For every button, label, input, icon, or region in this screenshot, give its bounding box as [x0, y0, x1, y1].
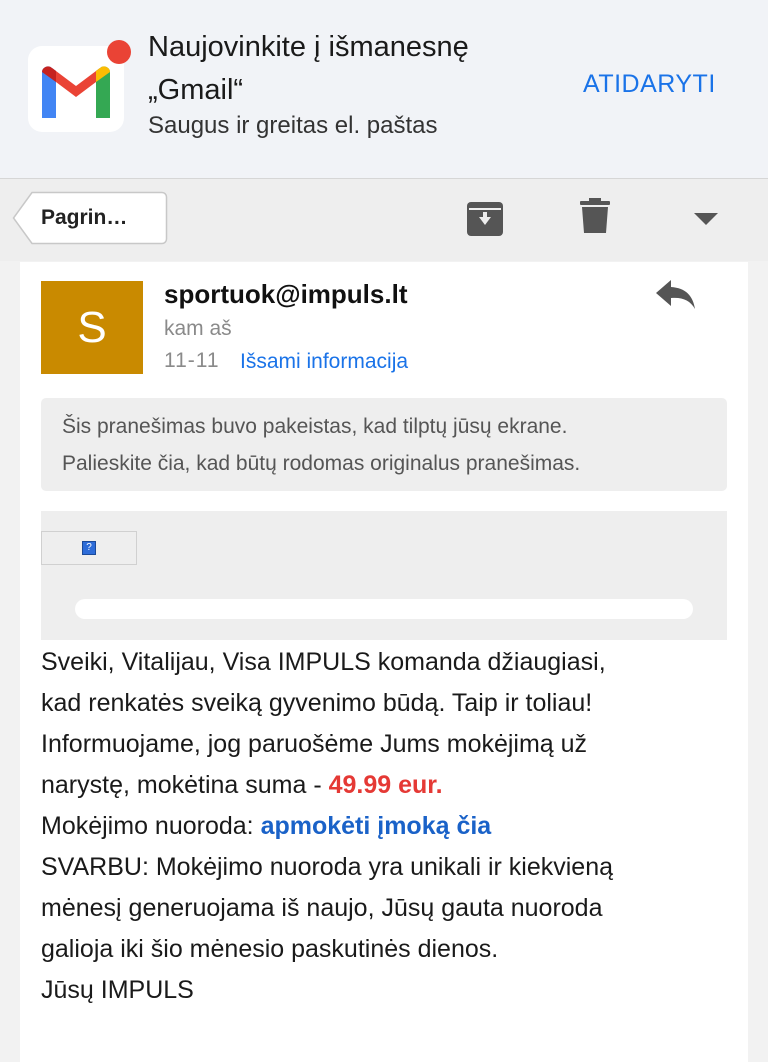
notice-line-1: Šis pranešimas buvo pakeistas, kad tilpt…: [62, 415, 568, 438]
recipient-line: kam aš: [164, 317, 232, 340]
payment-label: Mokėjimo nuoroda:: [41, 812, 261, 840]
back-button[interactable]: Pagrin…: [12, 191, 168, 245]
body-line: SVARBU: Mokėjimo nuoroda yra unikali ir …: [41, 853, 613, 881]
body-line: Mokėjimo nuoroda: apmokėti įmoką čia: [41, 806, 741, 847]
payment-link[interactable]: apmokėti įmoką čia: [261, 812, 492, 840]
body-line: Sveiki, Vitalijau, Visa IMPULS komanda d…: [41, 648, 606, 676]
notice-line-2: Palieskite čia, kad būtų rodomas origina…: [62, 452, 581, 475]
banner-title: Naujovinkite į išmanesnę „Gmail“: [148, 31, 469, 106]
body-line: kad renkatės sveiką gyvenimo būdą. Taip …: [41, 689, 593, 717]
dropdown-arrow-icon[interactable]: [694, 212, 718, 226]
message-card: S sportuok@impuls.lt kam aš 11-11 Išsami…: [20, 262, 748, 1062]
banner-subtitle: Saugus ir greitas el. paštas: [148, 112, 438, 139]
signature: Jūsų IMPULS: [41, 976, 194, 1004]
details-link[interactable]: Išsami informacija: [240, 350, 408, 374]
message-date: 11-11: [164, 349, 220, 372]
trash-icon[interactable]: [580, 198, 610, 234]
notification-dot: [107, 40, 131, 64]
reply-icon[interactable]: [656, 280, 696, 310]
reformatted-notice[interactable]: Šis pranešimas buvo pakeistas, kad tilpt…: [41, 398, 727, 491]
gmail-logo-icon: [42, 66, 110, 118]
body-line: Informuojame, jog paruošėme Jums mokėjim…: [41, 730, 588, 758]
back-button-label: Pagrin…: [41, 206, 128, 229]
placeholder-bar: [75, 599, 693, 619]
amount-prefix: narystę, mokėtina suma -: [41, 771, 329, 799]
email-header-placeholder: ?: [41, 511, 727, 640]
message-body: Sveiki, Vitalijau, Visa IMPULS komanda d…: [41, 642, 741, 1011]
body-line: mėnesį generuojama iš naujo, Jūsų gauta …: [41, 894, 603, 922]
broken-image-icon: ?: [82, 541, 96, 555]
archive-icon[interactable]: [466, 201, 504, 237]
app-promo-banner: Naujovinkite į išmanesnę „Gmail“ Saugus …: [0, 0, 768, 179]
sender-address: sportuok@impuls.lt: [164, 279, 408, 309]
body-line: narystę, mokėtina suma - 49.99 eur.: [41, 765, 741, 806]
sender-avatar: S: [41, 281, 143, 374]
body-line: galioja iki šio mėnesio paskutinės dieno…: [41, 935, 499, 963]
payment-amount: 49.99 eur.: [328, 771, 443, 799]
message-toolbar: Pagrin…: [0, 179, 768, 261]
open-app-button[interactable]: ATIDARYTI: [583, 70, 716, 99]
broken-image: ?: [41, 531, 137, 565]
